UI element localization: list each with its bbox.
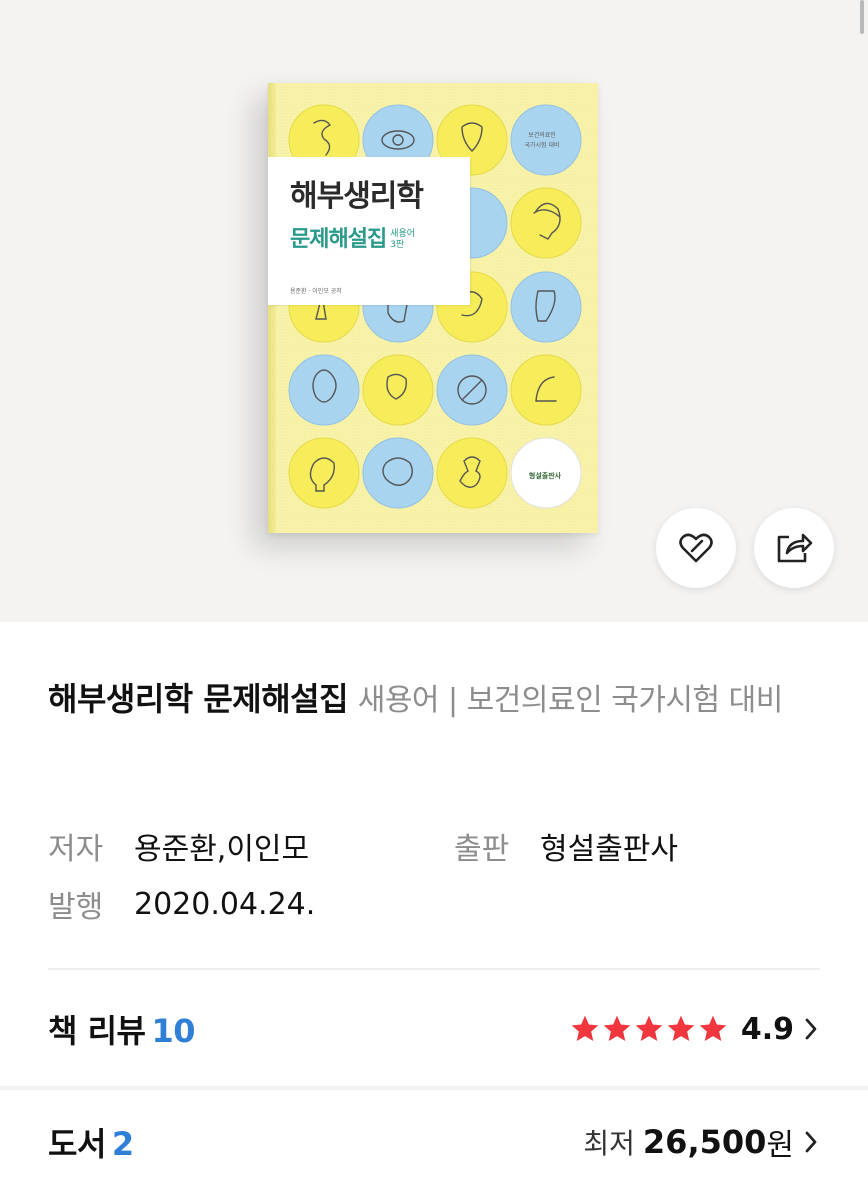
cover-exam-line2: 국가시험 대비 <box>524 142 560 149</box>
cover-subtitle: 문제해설집 <box>290 227 387 252</box>
share-button[interactable] <box>754 508 834 588</box>
author-value[interactable]: 용준환,이인모 <box>134 824 309 868</box>
star-icon <box>603 1015 631 1041</box>
star-icon <box>699 1015 727 1041</box>
book-cover-image[interactable]: 해부생리학 문제해설집 새용어 3판 용준환 · 이인모 공저 보건의료인 국가… <box>268 83 598 533</box>
author-label: 저자 <box>48 832 104 867</box>
cover-authors: 용준환 · 이인모 공저 <box>290 288 342 295</box>
cover-exam-line1: 보건의료인 <box>528 132 556 139</box>
cover-edition-line1: 새용어 <box>390 229 416 239</box>
star-rating <box>569 1013 729 1045</box>
cover-title: 해부생리학 <box>290 179 424 214</box>
book-meta-row: 발행 2020.04.24. <box>48 882 820 926</box>
chevron-right-icon <box>805 1131 817 1153</box>
published-label: 발행 <box>48 890 104 925</box>
heart-icon <box>679 533 713 563</box>
book-spine <box>268 83 276 533</box>
book-meta-row: 저자 용준환,이인모 출판 형설출판사 <box>48 824 820 868</box>
publisher-value[interactable]: 형설출판사 <box>540 824 678 868</box>
share-icon <box>777 533 813 563</box>
books-count: 2 <box>111 1125 134 1163</box>
book-title-block: 해부생리학 문제해설집 새용어 | 보건의료인 국가시험 대비 <box>48 674 820 726</box>
price-unit: 원 <box>766 1128 794 1163</box>
star-icon <box>635 1015 663 1041</box>
star-icon <box>571 1015 599 1041</box>
books-row[interactable]: 도서 2 최저 26,500 원 <box>48 1112 820 1172</box>
scrollbar[interactable] <box>860 0 864 34</box>
product-image-area: 해부생리학 문제해설집 새용어 3판 용준환 · 이인모 공저 보건의료인 국가… <box>0 0 868 622</box>
divider <box>48 968 820 970</box>
cover-title-panel: 해부생리학 문제해설집 새용어 3판 용준환 · 이인모 공저 <box>268 157 470 305</box>
book-title: 해부생리학 문제해설집 <box>48 680 349 718</box>
star-icon <box>667 1015 695 1041</box>
rating-value: 4.9 <box>740 1011 794 1047</box>
published-value: 2020.04.24. <box>134 886 316 922</box>
publisher-label: 출판 <box>454 832 510 867</box>
review-label: 책 리뷰 <box>48 1012 146 1050</box>
review-row[interactable]: 책 리뷰 10 4.9 <box>48 999 820 1059</box>
books-label: 도서 <box>48 1125 106 1163</box>
cover-edition-line2: 3판 <box>390 240 405 250</box>
cover-exam-note: 보건의료인 국가시험 대비 <box>514 131 570 151</box>
section-divider <box>0 1086 868 1090</box>
like-button[interactable] <box>656 508 736 588</box>
price-prefix: 최저 <box>583 1127 635 1160</box>
review-count: 10 <box>151 1012 195 1050</box>
lowest-price: 26,500 <box>642 1123 767 1161</box>
chevron-right-icon <box>805 1018 817 1040</box>
book-subtitle: 새용어 | 보건의료인 국가시험 대비 <box>357 683 784 718</box>
cover-edition: 새용어 3판 <box>390 229 415 251</box>
cover-publisher-logo: 형설출판사 <box>528 472 562 480</box>
book-info: 해부생리학 문제해설집 새용어 | 보건의료인 국가시험 대비 <box>48 674 820 726</box>
